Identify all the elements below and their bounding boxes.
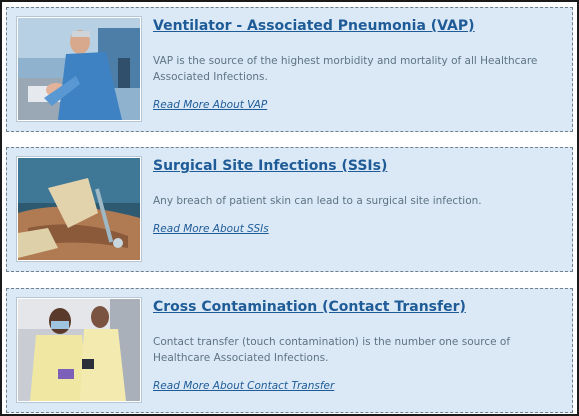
article-card-contact-transfer: Cross Contamination (Contact Transfer) C…	[6, 288, 573, 413]
doctor-with-ventilator-patient-photo	[18, 18, 140, 120]
article-card-ssi: Surgical Site Infections (SSIs) Any brea…	[6, 147, 573, 272]
vap-description: VAP is the source of the highest morbidi…	[153, 55, 538, 83]
article-card-vap: Ventilator - Associated Pneumonia (VAP) …	[6, 7, 573, 132]
ssi-thumbnail-image[interactable]	[17, 157, 141, 261]
clinicians-in-gowns-photo	[18, 299, 140, 401]
ssi-description: Any breach of patient skin can lead to a…	[153, 195, 482, 207]
vap-title-link[interactable]: Ventilator - Associated Pneumonia (VAP)	[153, 18, 475, 34]
content-frame: Ventilator - Associated Pneumonia (VAP) …	[0, 0, 579, 416]
contact-transfer-title-link[interactable]: Cross Contamination (Contact Transfer)	[153, 299, 466, 315]
vap-thumbnail-image[interactable]	[17, 17, 141, 121]
read-more-contact-transfer-link[interactable]: Read More About Contact Transfer	[153, 380, 334, 392]
contact-transfer-thumbnail-image[interactable]	[17, 298, 141, 402]
read-more-vap-link[interactable]: Read More About VAP	[153, 99, 267, 111]
surgical-procedure-photo	[18, 158, 140, 260]
ssi-title-link[interactable]: Surgical Site Infections (SSIs)	[153, 158, 387, 174]
contact-transfer-description: Contact transfer (touch contamination) i…	[153, 336, 511, 364]
read-more-ssi-link[interactable]: Read More About SSIs	[153, 223, 269, 235]
